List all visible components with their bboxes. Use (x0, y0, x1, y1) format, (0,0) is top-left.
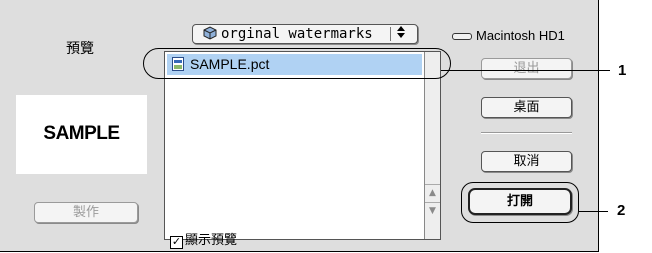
preview-pane: SAMPLE (16, 95, 147, 174)
callout-1-leader-line (441, 70, 610, 71)
show-preview-checkbox[interactable]: ✓ 顯示預覽 (170, 229, 237, 249)
preview-label: 預覽 (66, 41, 94, 57)
folder-popup-menu[interactable]: orginal watermarks (192, 24, 418, 44)
button-divider (481, 132, 572, 134)
desktop-button[interactable]: 桌面 (481, 97, 572, 118)
show-preview-label: 顯示預覽 (185, 233, 238, 248)
preview-image-text: SAMPLE (43, 123, 120, 144)
open-file-dialog: 預覽 SAMPLE 製作 orginal watermarks Macintos… (0, 0, 599, 252)
open-button[interactable]: 打開 (468, 188, 572, 215)
file-list[interactable]: SAMPLE.pct ▲ ▼ (164, 51, 441, 240)
callout-2-number: 2 (617, 202, 626, 219)
callout-1-highlight (143, 48, 451, 79)
scroll-down-arrow-icon[interactable]: ▼ (425, 202, 440, 220)
callout-2-leader-line (579, 211, 608, 212)
vertical-scrollbar[interactable]: ▲ ▼ (424, 52, 440, 239)
callout-1-number: 1 (618, 62, 627, 79)
cancel-button[interactable]: 取消 (481, 151, 572, 172)
checkbox-checked-icon[interactable]: ✓ (170, 236, 183, 249)
popup-separator (390, 27, 391, 41)
up-down-arrows-icon (396, 24, 406, 44)
folder-icon (203, 26, 217, 44)
hard-disk-icon (452, 33, 472, 40)
folder-popup-label: orginal watermarks (221, 26, 373, 42)
disk-label: Macintosh HD1 (476, 28, 565, 43)
make-preview-button[interactable]: 製作 (34, 202, 138, 223)
eject-button[interactable]: 退出 (481, 58, 572, 79)
scroll-up-arrow-icon[interactable]: ▲ (425, 184, 440, 202)
